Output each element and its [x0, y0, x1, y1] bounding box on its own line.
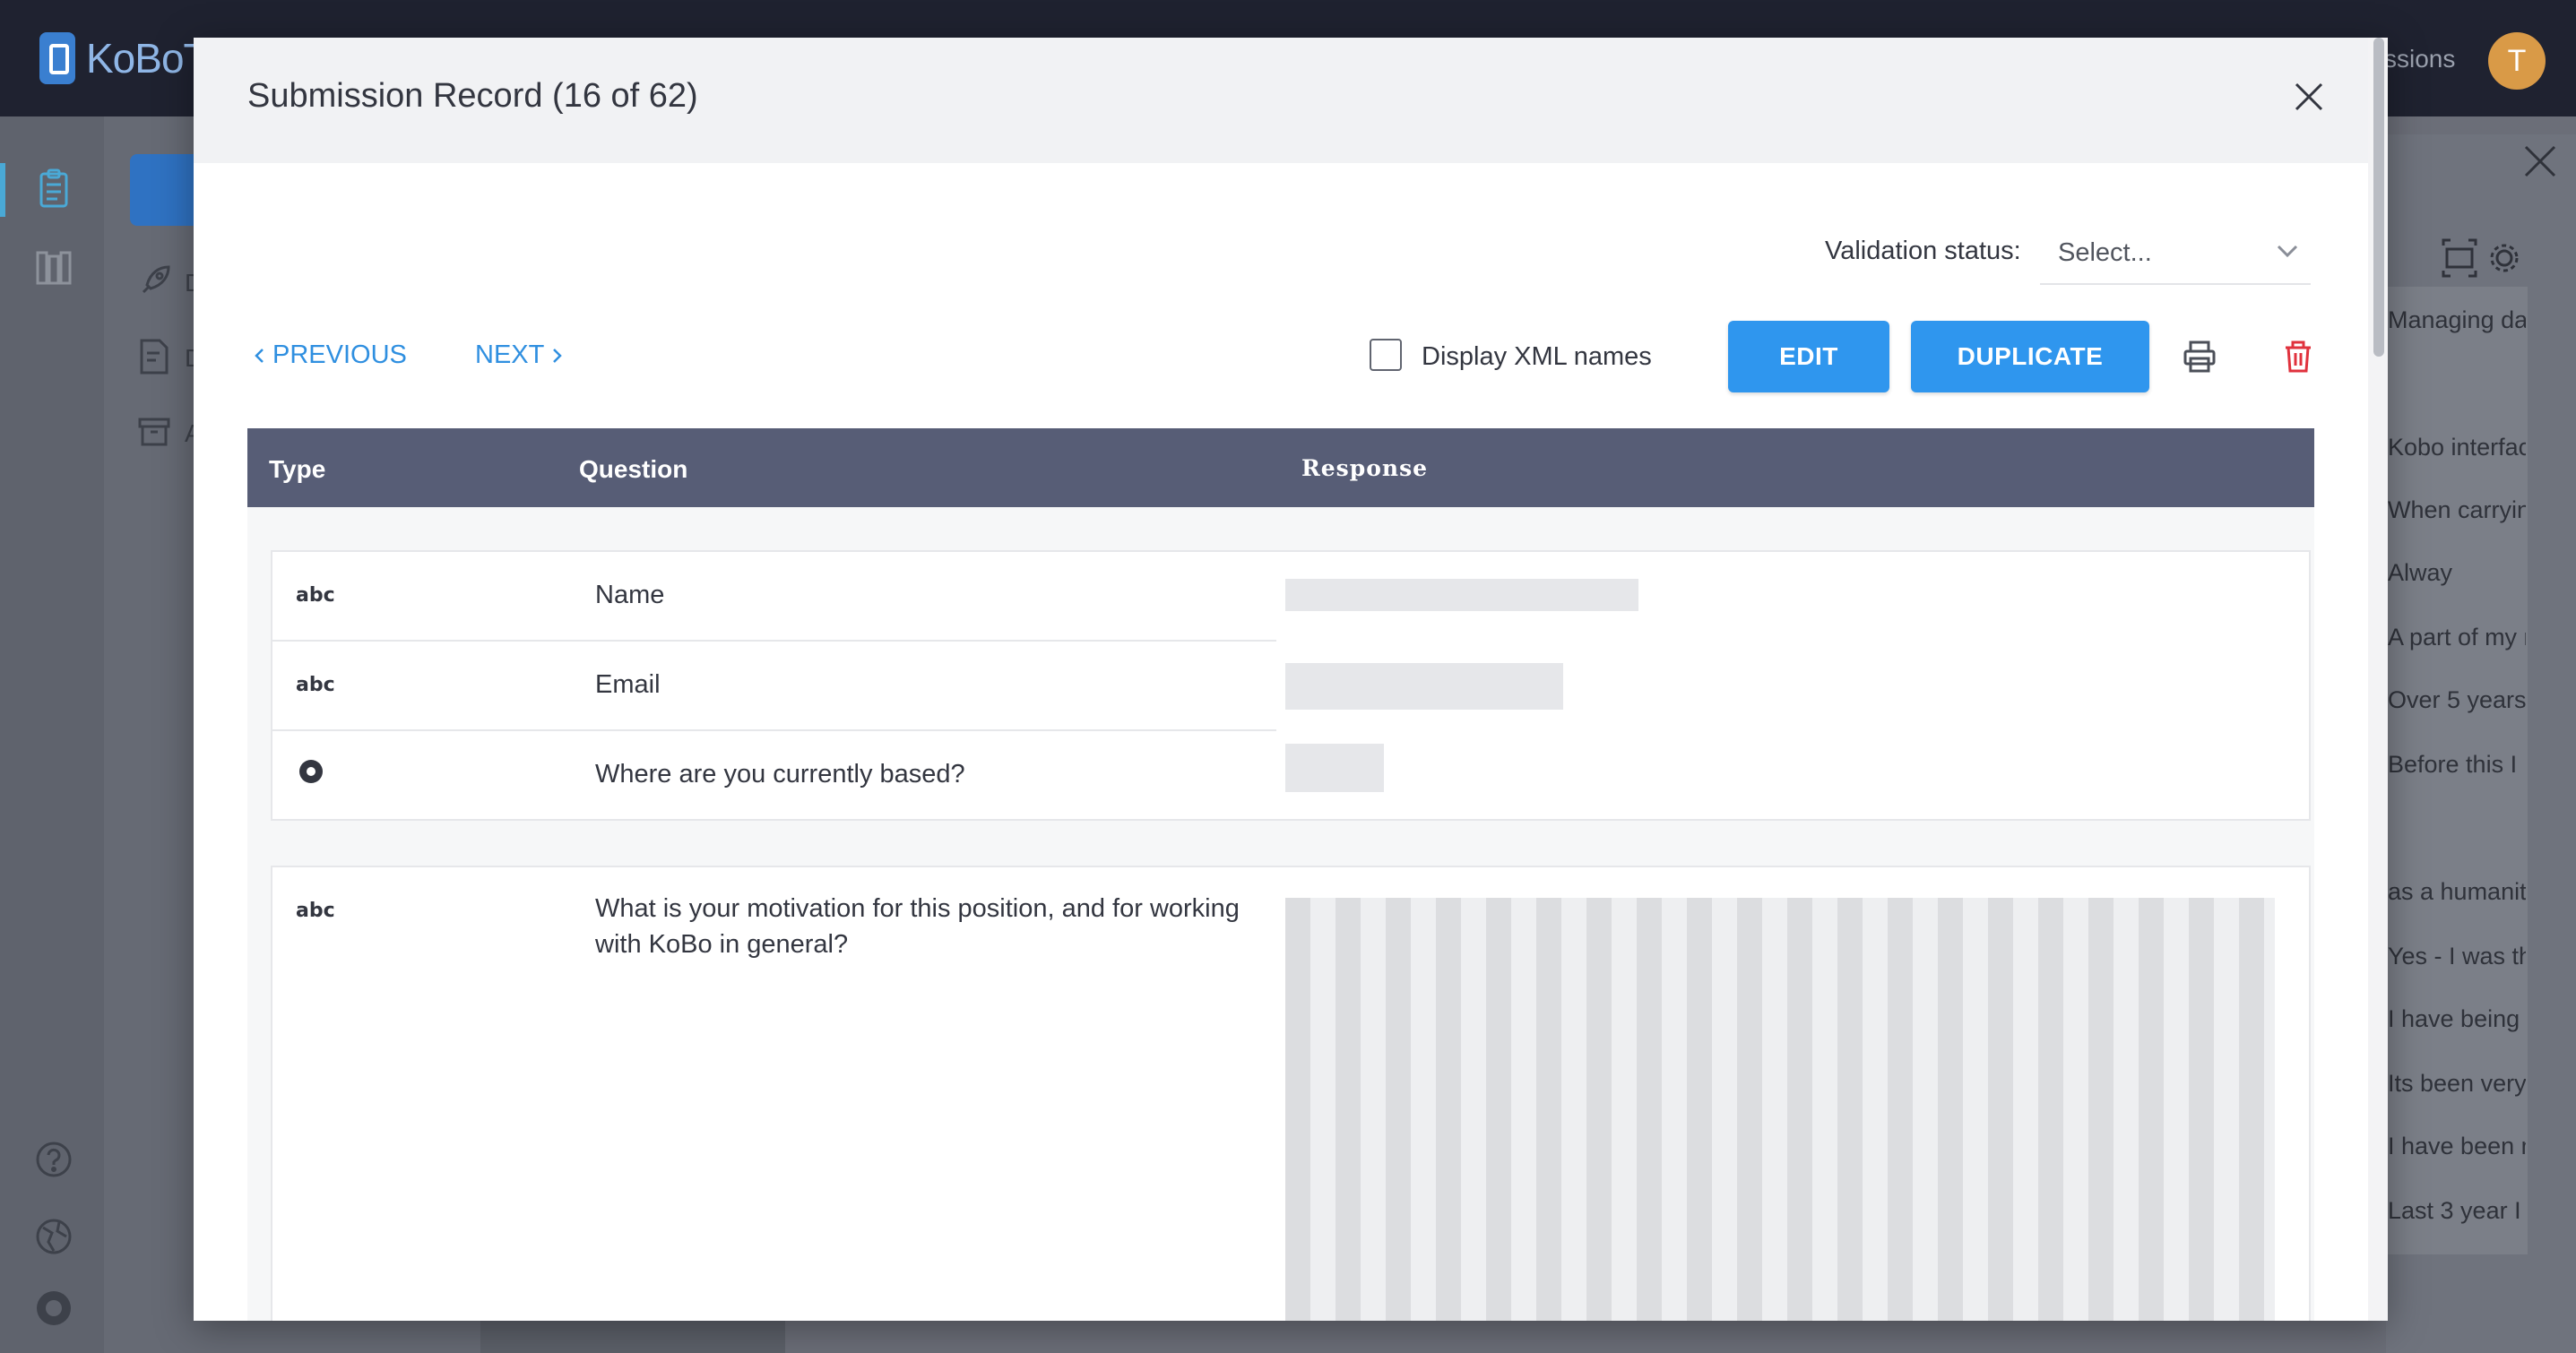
- radio-select-one-icon: [299, 760, 323, 783]
- header-type: Type: [269, 455, 326, 483]
- validation-select-value: Select...: [2058, 238, 2152, 267]
- table-row: Where are you currently based?: [272, 731, 1276, 819]
- panel-cell: Last 3 year I l: [2388, 1197, 2526, 1224]
- redacted-response: [1285, 663, 1563, 710]
- duplicate-button[interactable]: DUPLICATE: [1911, 321, 2149, 392]
- drafts-icon[interactable]: [134, 337, 174, 376]
- panel-cell: A part of my r: [2388, 624, 2526, 651]
- table-row: abc What is your motivation for this pos…: [272, 867, 1276, 1321]
- panel-cell: Its been very: [2388, 1070, 2526, 1097]
- question-name: Name: [595, 581, 665, 609]
- question-location: Where are you currently based?: [595, 760, 965, 789]
- background-footer-strip: [480, 1317, 785, 1353]
- table-row: abc Email: [272, 642, 1276, 731]
- github-icon[interactable]: [32, 1287, 75, 1330]
- panel-cell: I have being v: [2388, 1005, 2526, 1032]
- deployed-rocket-icon[interactable]: [134, 262, 174, 301]
- display-xml-names-checkbox[interactable]: [1370, 339, 1402, 371]
- header-response: Response: [1301, 455, 1429, 481]
- panel-cell: Over 5 years c: [2388, 686, 2526, 713]
- avatar[interactable]: T: [2488, 32, 2546, 90]
- panel-cell: I have been m: [2388, 1133, 2526, 1159]
- rail-active-indicator: [0, 163, 5, 217]
- text-type-icon: abc: [296, 674, 335, 696]
- fullscreen-and-settings-icons[interactable]: [2442, 237, 2522, 280]
- previous-button[interactable]: PREVIOUS: [253, 340, 407, 370]
- next-button[interactable]: NEXT: [475, 340, 564, 370]
- panel-cell: Before this I ...: [2388, 751, 2526, 778]
- panel-cell: as a humanita: [2388, 878, 2526, 905]
- language-globe-icon[interactable]: [32, 1215, 75, 1258]
- chevron-down-icon: [2277, 245, 2298, 258]
- modal-header: Submission Record (16 of 62): [194, 38, 2388, 163]
- projects-icon[interactable]: [32, 167, 75, 210]
- submission-table-header: Type Question Response: [247, 428, 2314, 507]
- chevron-left-icon: [255, 348, 264, 363]
- panel-close-icon[interactable]: [2520, 142, 2560, 181]
- table-row: abc Name: [272, 552, 1276, 642]
- validation-status-label: Validation status:: [1825, 237, 2021, 265]
- validation-status-select[interactable]: Select...: [2040, 217, 2311, 285]
- previous-label: PREVIOUS: [272, 340, 407, 369]
- print-icon[interactable]: [2182, 339, 2217, 375]
- edit-button[interactable]: EDIT: [1728, 321, 1889, 392]
- question-group: abc What is your motivation for this pos…: [271, 866, 2311, 1321]
- redacted-response: [1285, 744, 1384, 792]
- question-motivation: What is your motivation for this positio…: [595, 894, 1240, 959]
- text-type-icon: abc: [296, 900, 335, 922]
- scrollbar-thumb[interactable]: [2373, 38, 2384, 357]
- panel-cell: Alway: [2388, 559, 2453, 586]
- header-question: Question: [579, 455, 688, 483]
- next-label: NEXT: [475, 340, 545, 369]
- library-icon[interactable]: [32, 246, 75, 289]
- panel-cell: Managing dat: [2388, 306, 2526, 333]
- chevron-right-icon: [553, 348, 563, 363]
- question-group: abc Name abc Email Where are you current…: [271, 550, 2311, 821]
- submission-table-body: abc Name abc Email Where are you current…: [247, 507, 2314, 1321]
- panel-cell: When carryin...: [2388, 496, 2526, 523]
- display-xml-names-label[interactable]: Display XML names: [1422, 342, 1652, 372]
- redacted-response: [1285, 898, 2275, 1321]
- redacted-response: [1285, 579, 1638, 611]
- modal-scrollbar[interactable]: [2368, 38, 2388, 1321]
- topbar-partial-text: ssions: [2384, 45, 2456, 73]
- logo-icon: [39, 32, 75, 84]
- text-type-icon: abc: [296, 584, 335, 607]
- submission-record-modal: Submission Record (16 of 62) Validation …: [194, 38, 2388, 1321]
- delete-trash-icon[interactable]: [2280, 339, 2316, 375]
- panel-cell: Yes - I was th: [2388, 943, 2526, 970]
- close-icon[interactable]: [2286, 73, 2332, 120]
- question-email: Email: [595, 670, 661, 699]
- modal-title: Submission Record (16 of 62): [247, 77, 698, 115]
- help-icon[interactable]: [32, 1138, 75, 1181]
- archived-box-icon[interactable]: [134, 412, 174, 452]
- panel-cell: Kobo interfac: [2388, 434, 2526, 461]
